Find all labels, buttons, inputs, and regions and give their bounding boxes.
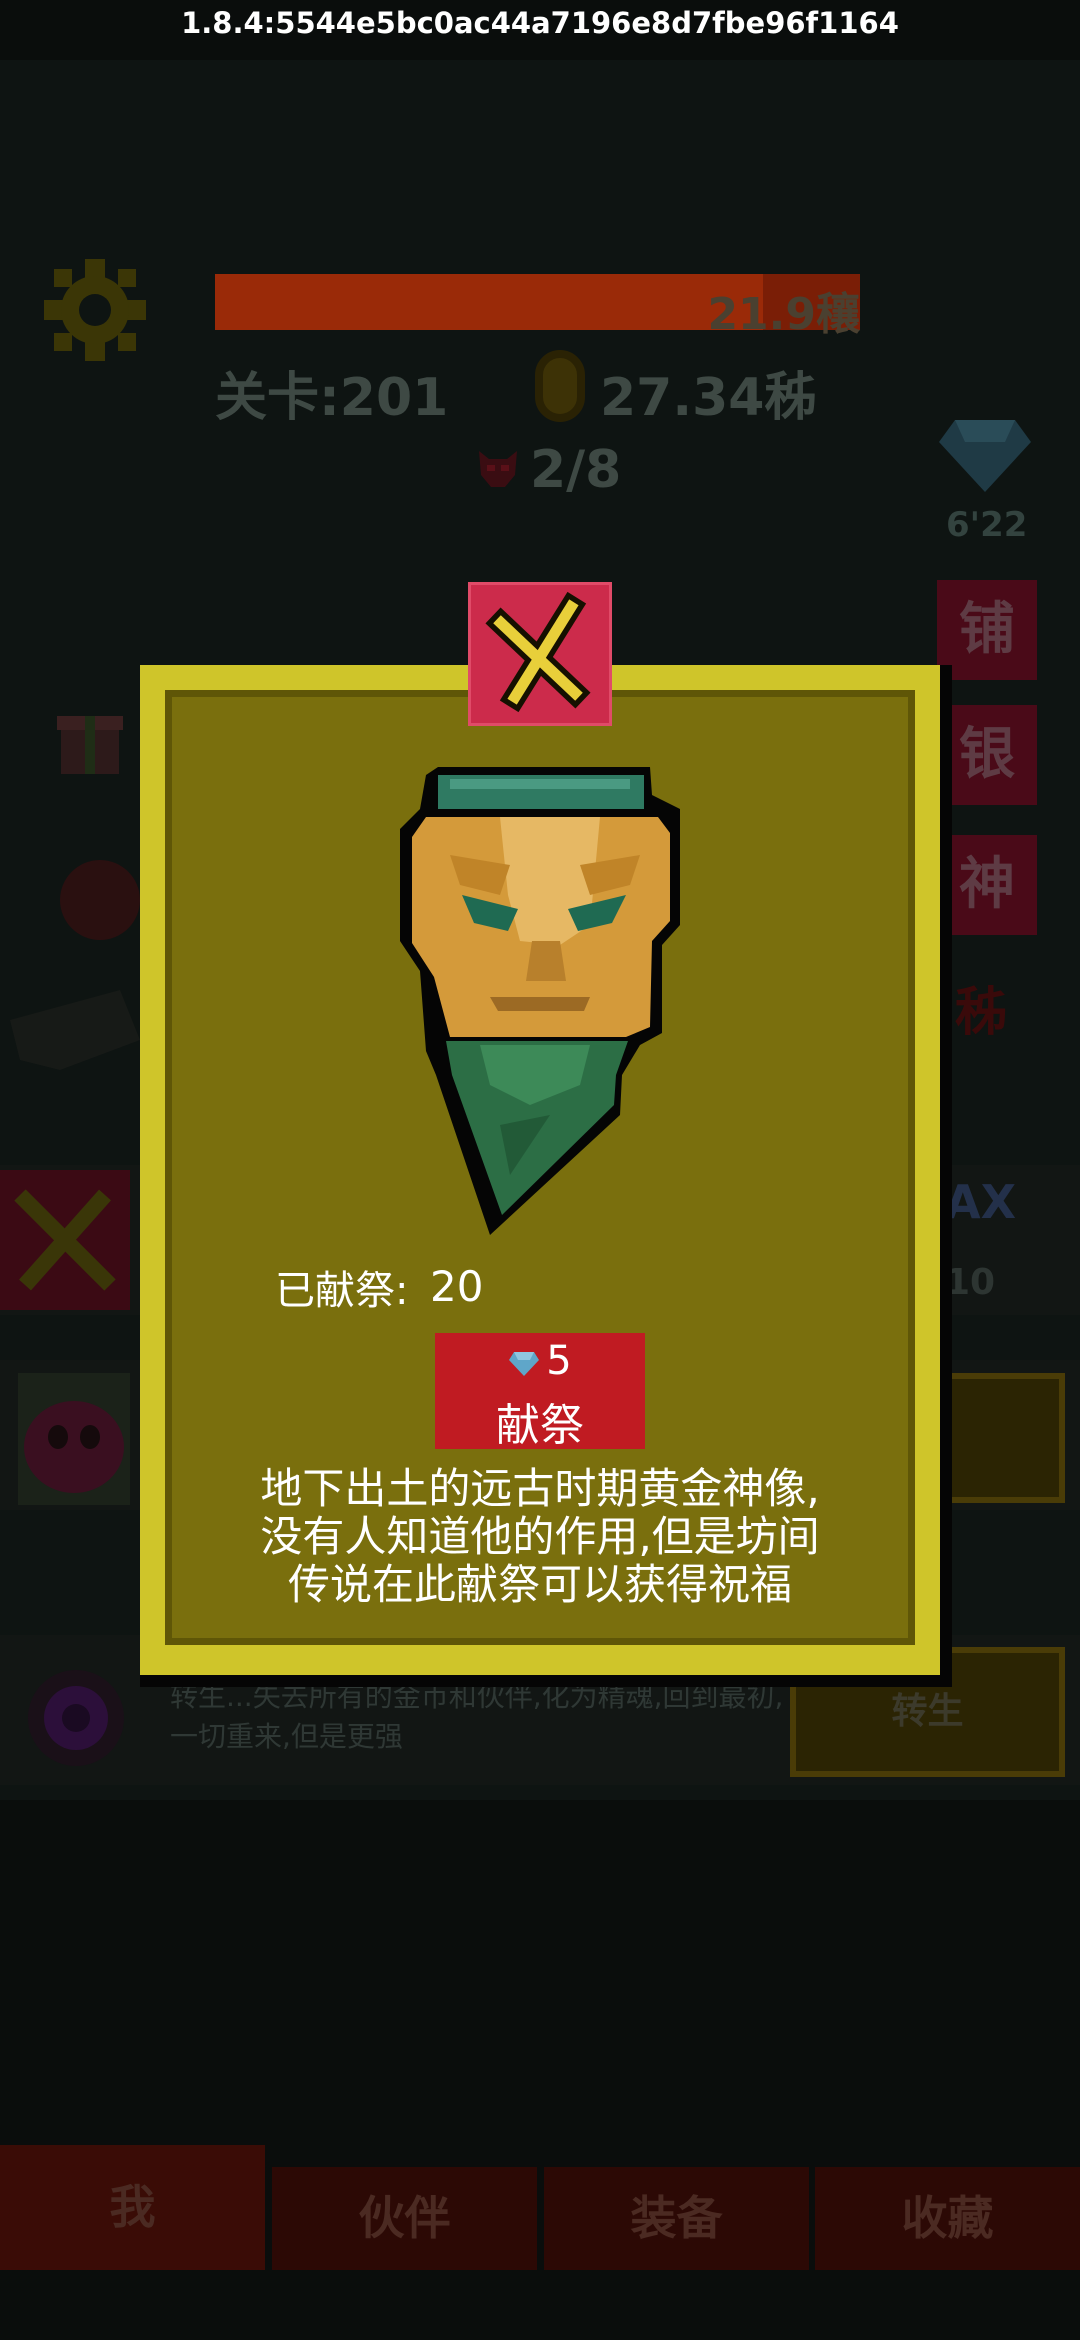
idol-description: 地下出土的远古时期黄金神像, 没有人知道他的作用,但是坊间 传说在此献祭可以获得… [175,1465,905,1609]
rebirth-description: 转生...失去所有的金币和伙伴,化为精魂,回到最初,一切重来,但是更强 [170,1680,784,1753]
slime-avatar [18,1373,130,1505]
close-button[interactable] [468,582,612,726]
gift-box-icon[interactable] [55,698,125,778]
description-line: 地下出土的远古时期黄金神像, [260,1464,820,1513]
tab-collection[interactable]: 收藏 [815,2167,1080,2270]
offered-count-value: 20 [430,1262,484,1311]
description-line: 传说在此献祭可以获得祝福 [287,1560,792,1609]
side-currency-label: 秭 [955,983,1008,1043]
tab-equipment[interactable]: 装备 [544,2167,809,2270]
rebirth-orb-icon [28,1670,124,1766]
offer-cost: 5 [435,1338,645,1384]
side-button-god[interactable]: 神 [937,835,1037,935]
settings-gear-icon[interactable] [40,255,150,365]
stage-progress-fill [215,274,764,330]
boss-kill-counter: 2/8 [530,440,622,500]
description-line: 没有人知道他的作用,但是坊间 [260,1512,820,1561]
level-label: 关卡:201 [215,368,449,428]
side-button-bank[interactable]: 银 [937,705,1037,805]
gold-amount: 27.34秭 [600,368,817,428]
stage-progress-bar: 21.9穰 [215,274,860,340]
offered-count-label: 已献祭: [275,1268,409,1314]
demon-skull-icon [479,451,517,487]
gold-coin-icon [535,350,585,422]
tab-partners[interactable]: 伙伴 [272,2167,537,2270]
diamond-gem-icon[interactable] [935,400,1035,500]
build-version: 1.8.4:5544e5bc0ac44a7196e8d7fbe96f1164 [181,6,899,40]
offer-cost-value: 5 [546,1338,572,1384]
offer-button[interactable]: 5 献祭 [435,1333,645,1451]
stage-progress-text: 21.9穰 [707,289,860,340]
max-label: AX [945,1175,1017,1229]
sword-skill-icon[interactable] [0,1170,130,1310]
max-value: 10 [945,1262,996,1303]
side-button-shop[interactable]: 铺 [937,580,1037,680]
offer-button-label: 献祭 [496,1400,584,1451]
tab-me[interactable]: 我 [0,2145,265,2270]
golden-idol-icon [400,767,680,1235]
close-icon [485,591,591,713]
gem-timer: 6'22 [946,505,1028,545]
monster-silhouette [10,860,140,1070]
bottom-tab-bar: 我 伙伴 装备 收藏 [0,2145,1080,2270]
diamond-gem-icon [509,1352,540,1376]
